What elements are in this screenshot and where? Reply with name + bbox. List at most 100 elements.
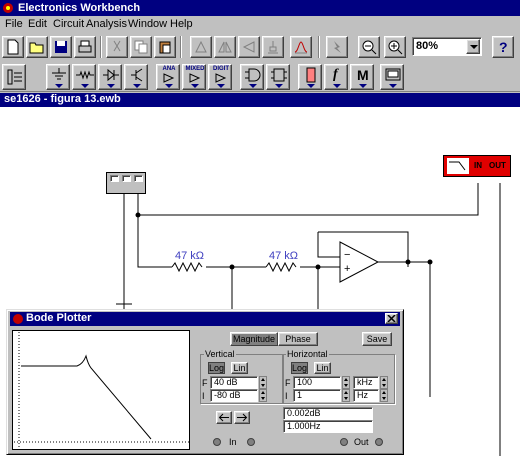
menu-file[interactable]: File: [5, 18, 23, 30]
cursor-left-button[interactable]: [216, 411, 232, 424]
analog-ics-bin-button[interactable]: ANA: [156, 64, 180, 90]
menu-circuit[interactable]: Circuit: [53, 18, 84, 30]
bode-plotter-window: Bode Plotter Magnitude Phase Save Vertic…: [6, 309, 404, 455]
open-folder-icon: [29, 42, 44, 54]
digital-bin-button[interactable]: [266, 64, 290, 90]
horizontal-log-label: Log: [292, 363, 308, 373]
cursor-right-button[interactable]: [234, 411, 250, 424]
digital-ics-bin-button[interactable]: DIGIT: [208, 64, 232, 90]
horizontal-initial-field[interactable]: 1: [293, 389, 341, 402]
zoom-out-icon: [362, 40, 377, 55]
flip-horizontal-button[interactable]: [214, 36, 236, 58]
diodes-bin-button[interactable]: [98, 64, 122, 90]
horizontal-final-field[interactable]: 100: [293, 376, 341, 389]
controls-bin-button[interactable]: f: [324, 64, 348, 90]
arrow-right-icon: [237, 413, 248, 422]
bode-close-button[interactable]: [385, 313, 398, 324]
phase-button[interactable]: Phase: [278, 332, 318, 346]
vertical-initial-spinner[interactable]: [259, 389, 267, 402]
document-title: se1626 - figura 13.ewb: [4, 93, 121, 105]
save-button[interactable]: [50, 36, 72, 58]
arrow-left-icon: [218, 413, 229, 422]
help-label: ?: [499, 39, 508, 55]
rotate-button[interactable]: [190, 36, 212, 58]
app-title-bar: Electronics Workbench: [0, 0, 520, 16]
mixed-ic-icon: [189, 73, 201, 83]
horizontal-initial-unit-spinner[interactable]: [380, 389, 388, 402]
vertical-final-spinner[interactable]: [259, 376, 267, 389]
vertical-log-button[interactable]: Log: [208, 362, 225, 374]
rotate-icon: [195, 40, 207, 53]
new-button[interactable]: [2, 36, 24, 58]
horizontal-lin-label: Lin: [316, 363, 329, 373]
favorites-bin-button[interactable]: [2, 64, 26, 90]
flip-vertical-button[interactable]: [238, 36, 260, 58]
horizontal-final-spinner[interactable]: [342, 376, 350, 389]
zoom-in-icon: [388, 40, 403, 55]
save-plot-button[interactable]: Save: [362, 332, 392, 346]
help-button[interactable]: ?: [492, 36, 514, 58]
resistor-r2: [265, 261, 297, 273]
in-label: In: [229, 437, 237, 447]
save-plot-label: Save: [366, 334, 388, 344]
cut-button[interactable]: [106, 36, 128, 58]
vertical-initial-prefix: I: [202, 391, 205, 401]
parts-bin-toolbar: ANA MIXED DIGIT f M: [0, 62, 520, 92]
menu-analysis[interactable]: Analysis: [86, 18, 127, 30]
out-terminal-positive[interactable]: [340, 438, 348, 446]
transistor-icon: [131, 68, 143, 82]
lightning-icon: [334, 41, 341, 53]
ana-label: ANA: [162, 66, 176, 72]
magnitude-label: Magnitude: [232, 334, 276, 344]
zoom-in-button[interactable]: [384, 36, 406, 58]
horizontal-final-unit[interactable]: kHz: [353, 376, 379, 389]
vertical-lin-button[interactable]: Lin: [231, 362, 248, 374]
horizontal-lin-button[interactable]: Lin: [314, 362, 331, 374]
bode-graph[interactable]: [12, 330, 190, 450]
function-generator[interactable]: [106, 172, 146, 194]
miscellaneous-bin-button[interactable]: M: [350, 64, 374, 90]
print-button[interactable]: [74, 36, 96, 58]
component-properties-button[interactable]: [262, 36, 284, 58]
phase-label: Phase: [285, 334, 311, 344]
zoom-value: 80%: [416, 40, 439, 52]
menu-window[interactable]: Window: [128, 18, 167, 30]
menu-edit[interactable]: Edit: [28, 18, 47, 30]
digit-label: DIGIT: [213, 66, 229, 72]
in-terminal-negative[interactable]: [247, 438, 255, 446]
clipboard-icon: [159, 41, 171, 54]
vertical-initial-field[interactable]: -80 dB: [210, 389, 258, 402]
bode-out-label: OUT: [489, 161, 506, 170]
horizontal-final-unit-spinner[interactable]: [380, 376, 388, 389]
mixed-ics-bin-button[interactable]: MIXED: [182, 64, 206, 90]
indicators-bin-button[interactable]: [298, 64, 322, 90]
sources-bin-button[interactable]: [46, 64, 70, 90]
horizontal-initial-spinner[interactable]: [342, 389, 350, 402]
favorites-icon: [7, 69, 22, 85]
bode-plot-icon: [447, 158, 469, 174]
document-title-bar: se1626 - figura 13.ewb: [0, 93, 520, 107]
bode-window-icon: [13, 314, 23, 324]
indicator-icon: [306, 67, 316, 83]
open-button[interactable]: [26, 36, 48, 58]
menu-help[interactable]: Help: [170, 18, 193, 30]
instruments-bin-button[interactable]: [380, 64, 404, 90]
basic-bin-button[interactable]: [72, 64, 96, 90]
horizontal-log-button[interactable]: Log: [291, 362, 308, 374]
vertical-final-field[interactable]: 40 dB: [210, 376, 258, 389]
zoom-select[interactable]: 80%: [412, 37, 482, 56]
transistors-bin-button[interactable]: [124, 64, 148, 90]
graph-button[interactable]: [290, 36, 312, 58]
horizontal-initial-unit[interactable]: Hz: [353, 389, 379, 402]
in-terminal-positive[interactable]: [213, 438, 221, 446]
magnitude-button[interactable]: Magnitude: [230, 332, 278, 346]
horizontal-final-prefix: F: [285, 378, 291, 388]
zoom-out-button[interactable]: [358, 36, 380, 58]
logic-gates-bin-button[interactable]: [240, 64, 264, 90]
power-switch-button[interactable]: [326, 36, 348, 58]
out-terminal-negative[interactable]: [375, 438, 383, 446]
paste-button[interactable]: [154, 36, 176, 58]
bode-plotter-instrument[interactable]: IN OUT: [443, 155, 511, 177]
copy-button[interactable]: [130, 36, 152, 58]
zoom-dropdown-button[interactable]: [466, 39, 480, 54]
